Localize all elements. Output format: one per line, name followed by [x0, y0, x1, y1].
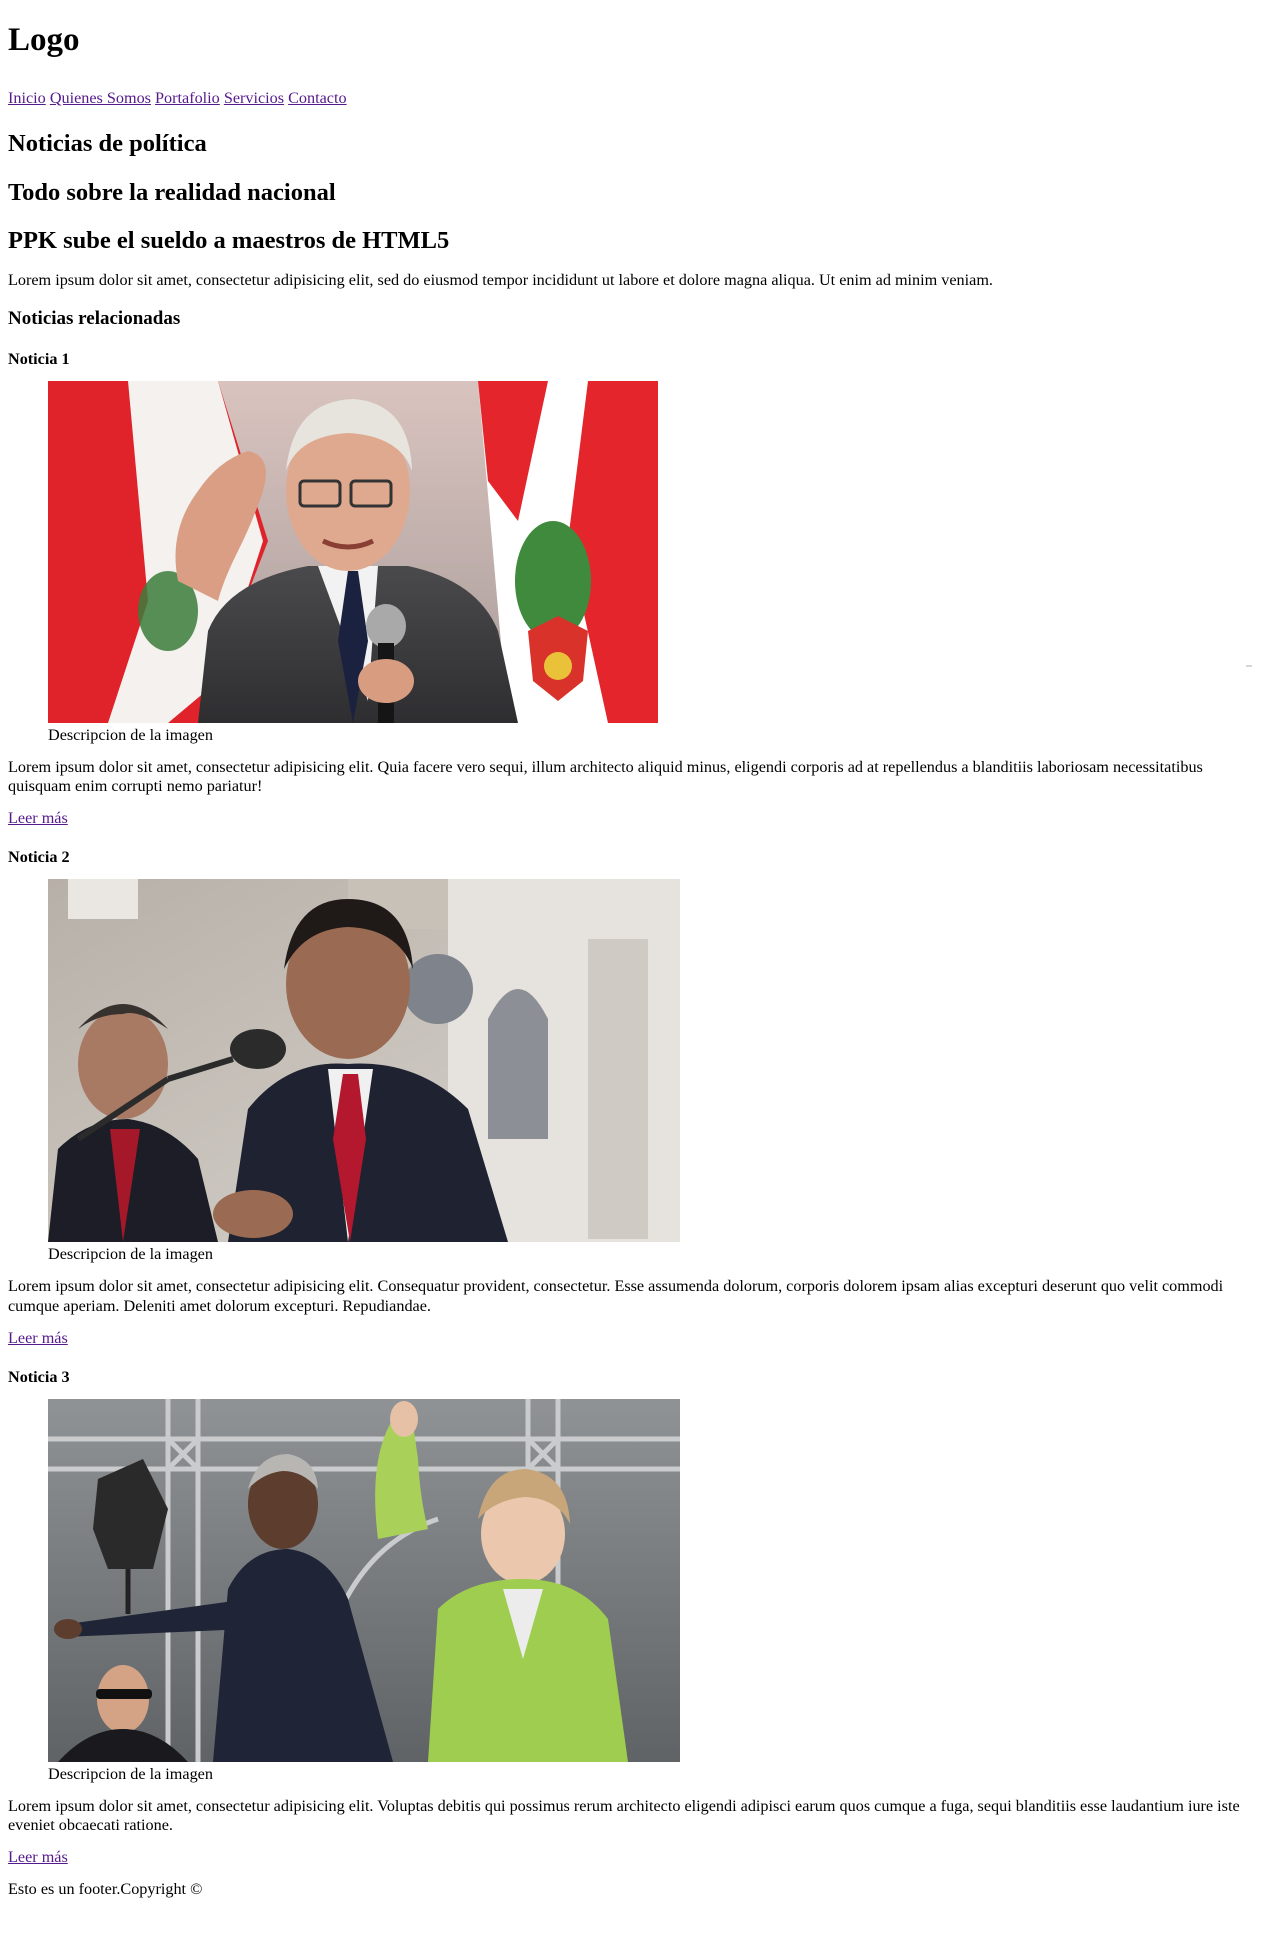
nav-link-servicios[interactable]: Servicios — [224, 89, 284, 107]
main-nav: Inicio Quienes Somos Portafolio Servicio… — [8, 88, 1268, 108]
news-caption: Descripcion de la imagen — [48, 726, 213, 745]
news-3-photo — [48, 1398, 680, 1762]
news-figure: Descripcion de la imagen — [48, 1398, 1268, 1784]
news-caption: Descripcion de la imagen — [48, 1764, 213, 1783]
nav-link-quienes-somos[interactable]: Quienes Somos — [50, 89, 151, 107]
news-2-photo — [48, 879, 680, 1243]
news-item-3: Noticia 3 Descripcion de la imagen Lorem… — [8, 1368, 1268, 1867]
image-artifact — [1246, 665, 1252, 667]
nav-link-contacto[interactable]: Contacto — [288, 89, 346, 107]
read-more-link[interactable]: Leer más — [8, 1848, 68, 1867]
article-lead: Lorem ipsum dolor sit amet, consectetur … — [8, 271, 993, 289]
read-more-link[interactable]: Leer más — [8, 1329, 68, 1348]
news-figure: Descripcion de la imagen — [48, 381, 1268, 745]
news-title: Noticia 2 — [8, 848, 70, 867]
logo: Logo — [8, 22, 80, 58]
section-title: Noticias de política — [8, 130, 207, 157]
news-caption: Descripcion de la imagen — [48, 1245, 213, 1264]
news-figure: Descripcion de la imagen — [48, 879, 1268, 1264]
news-item-2: Noticia 2 Descripcion de la imagen Lorem… — [8, 848, 1268, 1347]
news-text: Lorem ipsum dolor sit amet, consectetur … — [8, 1796, 1240, 1834]
news-title: Noticia 3 — [8, 1367, 70, 1386]
related-news-heading: Noticias relacionadas — [8, 308, 181, 330]
article-title: PPK sube el sueldo a maestros de HTML5 — [8, 227, 450, 254]
news-item-1: Noticia 1 Descripcion de la imagen Lorem… — [8, 350, 1268, 828]
news-title: Noticia 1 — [8, 350, 70, 369]
footer: Esto es un footer.Copyright © — [8, 1880, 203, 1899]
read-more-link[interactable]: Leer más — [8, 809, 68, 828]
nav-link-inicio[interactable]: Inicio — [8, 89, 46, 107]
news-text: Lorem ipsum dolor sit amet, consectetur … — [8, 758, 1203, 796]
news-1-photo — [48, 381, 658, 724]
section-subtitle: Todo sobre la realidad nacional — [8, 179, 336, 206]
news-text: Lorem ipsum dolor sit amet, consectetur … — [8, 1277, 1224, 1315]
nav-link-portafolio[interactable]: Portafolio — [155, 89, 220, 107]
